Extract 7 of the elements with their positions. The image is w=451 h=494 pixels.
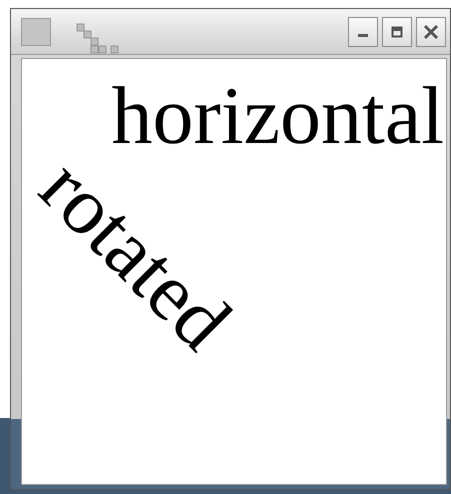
maximize-button[interactable] bbox=[382, 16, 412, 46]
horizontal-text: horizontal bbox=[112, 75, 444, 157]
close-button[interactable] bbox=[416, 16, 446, 46]
maximize-icon bbox=[390, 24, 404, 38]
close-icon bbox=[423, 24, 439, 40]
minimize-icon bbox=[358, 34, 368, 37]
minimize-button[interactable] bbox=[348, 16, 378, 46]
